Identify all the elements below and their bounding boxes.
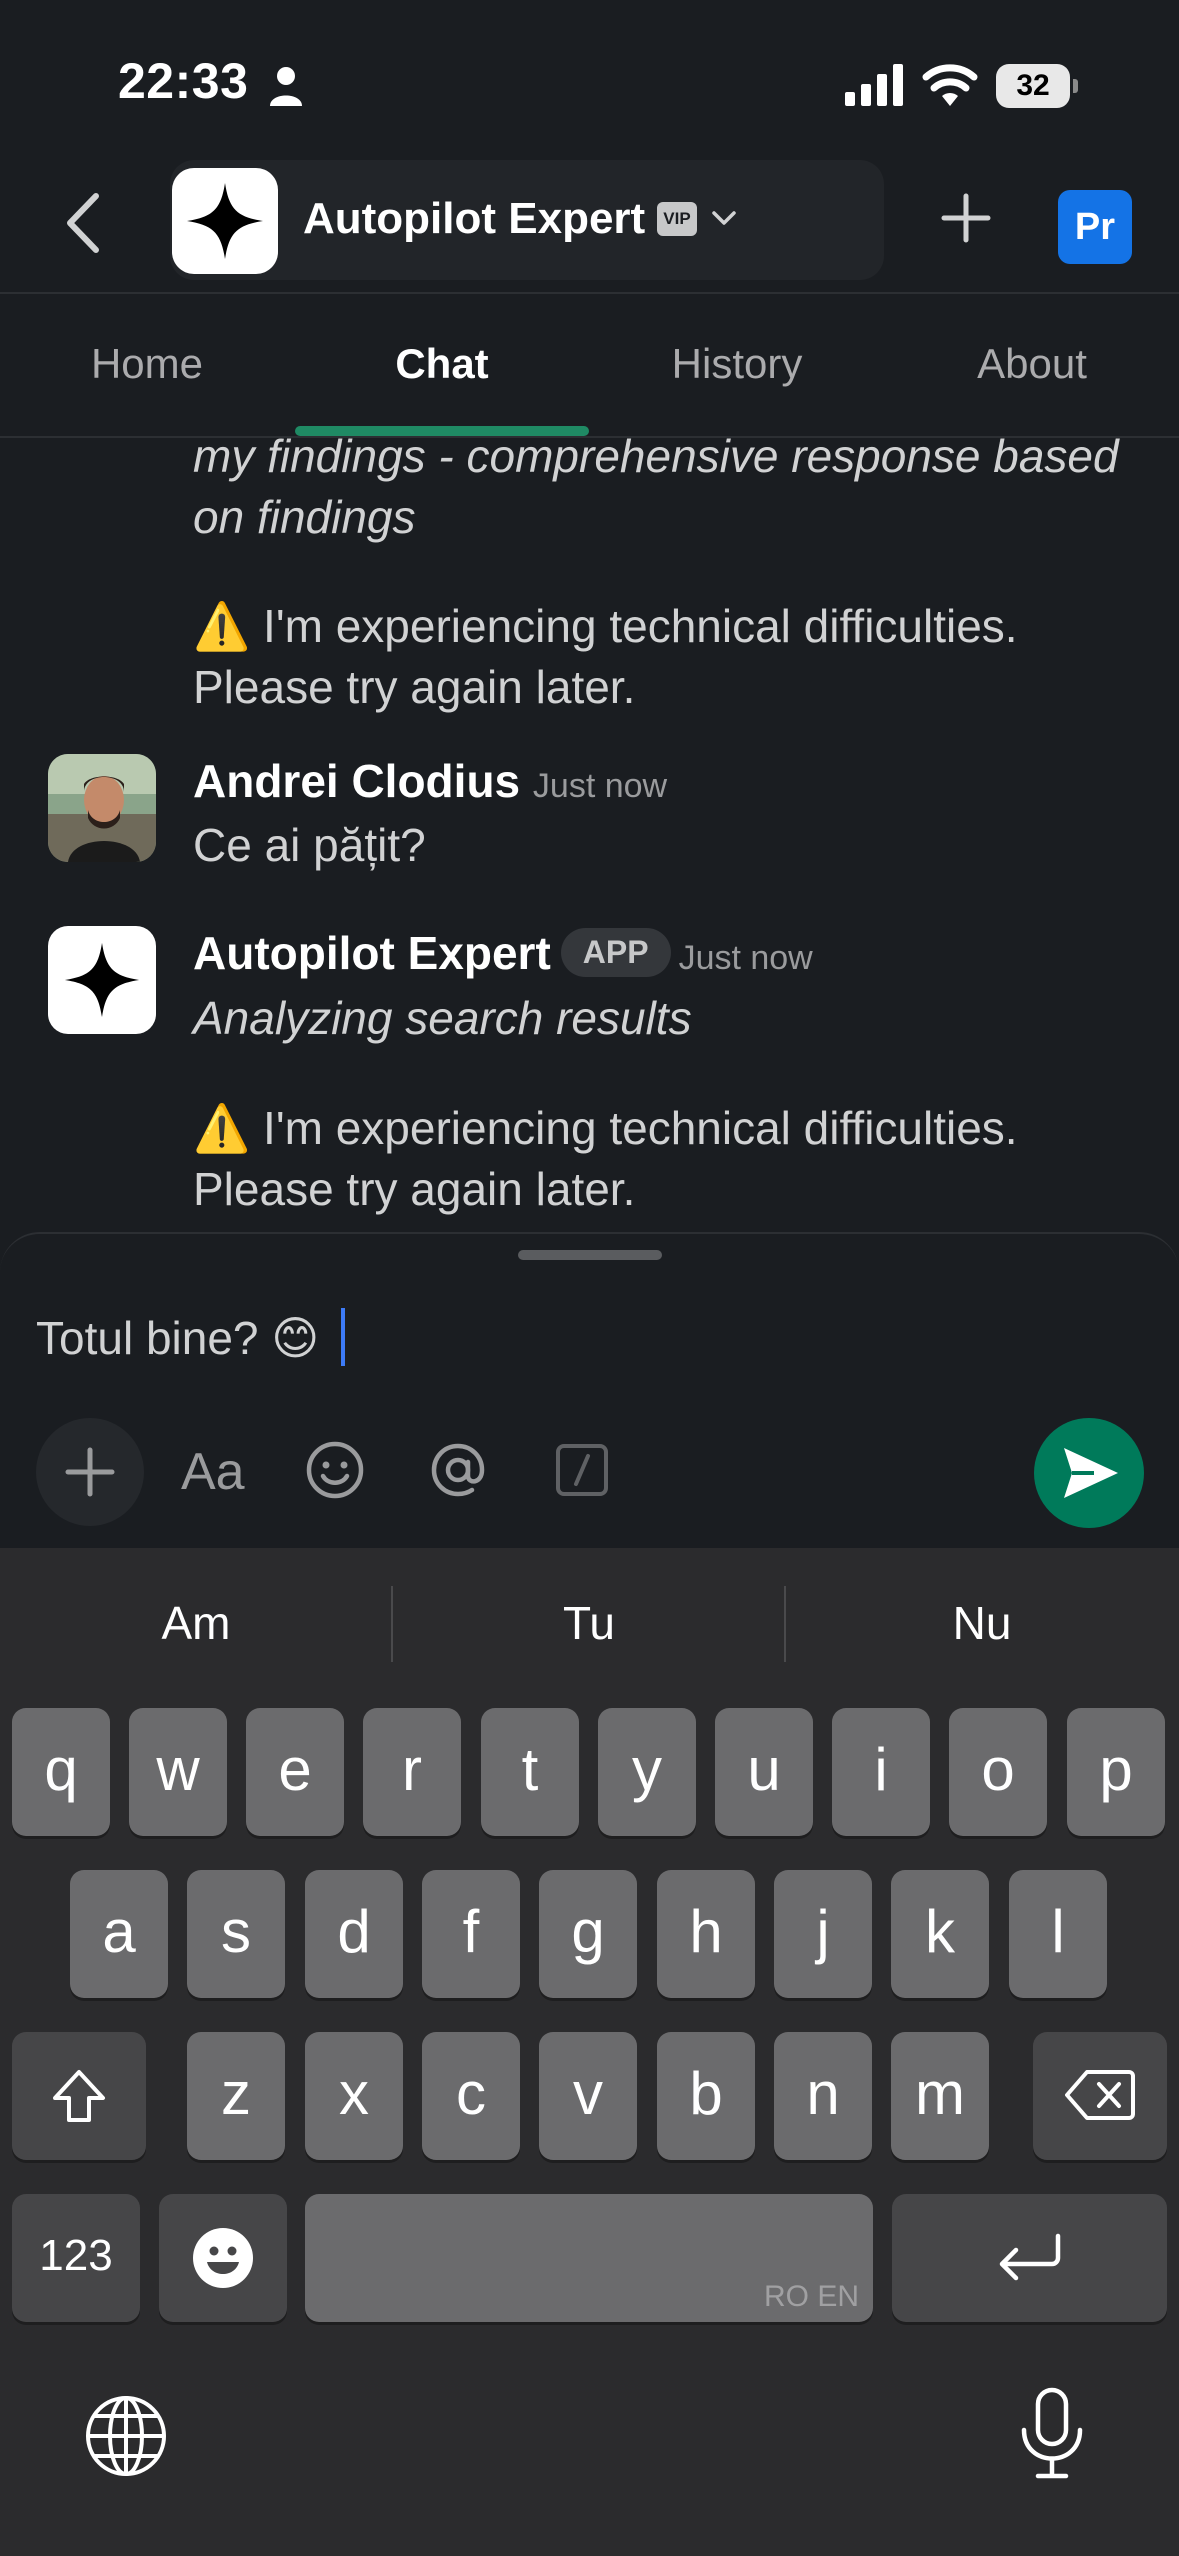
key-t[interactable]: t bbox=[481, 1708, 579, 1836]
emoji-key[interactable] bbox=[159, 2194, 287, 2322]
text-caret bbox=[341, 1308, 346, 1366]
send-button[interactable] bbox=[1034, 1418, 1144, 1528]
person-icon bbox=[270, 67, 302, 106]
key-z[interactable]: z bbox=[187, 2032, 285, 2160]
plus-icon[interactable] bbox=[938, 190, 994, 246]
key-f[interactable]: f bbox=[422, 1870, 520, 1998]
key-q[interactable]: q bbox=[12, 1708, 110, 1836]
key-h[interactable]: h bbox=[657, 1870, 755, 1998]
message-timestamp: Just now bbox=[532, 767, 668, 805]
key-r[interactable]: r bbox=[363, 1708, 461, 1836]
mention-button[interactable] bbox=[426, 1438, 490, 1502]
key-a[interactable]: a bbox=[70, 1870, 168, 1998]
keyboard-languages: RO EN bbox=[763, 2280, 859, 2313]
tab-bar: Home Chat History About bbox=[0, 294, 1179, 436]
cellular-signal-icon bbox=[845, 64, 903, 106]
add-attachment-button[interactable] bbox=[36, 1418, 144, 1526]
key-s[interactable]: s bbox=[187, 1870, 285, 1998]
key-d[interactable]: d bbox=[305, 1870, 403, 1998]
app-avatar[interactable] bbox=[48, 926, 156, 1034]
key-j[interactable]: j bbox=[774, 1870, 872, 1998]
key-u[interactable]: u bbox=[715, 1708, 813, 1836]
chevron-down-icon bbox=[712, 211, 736, 225]
emoji-face-icon bbox=[193, 2228, 253, 2288]
tab-home[interactable]: Home bbox=[0, 340, 294, 388]
key-m[interactable]: m bbox=[891, 2032, 989, 2160]
active-tab-indicator bbox=[295, 426, 589, 436]
sender-name[interactable]: Autopilot Expert bbox=[193, 927, 551, 979]
message-text: Ce ai pățit? bbox=[193, 819, 426, 871]
key-w[interactable]: w bbox=[129, 1708, 227, 1836]
channel-title-button[interactable]: Autopilot Expert VIP bbox=[170, 160, 884, 280]
status-text: Analyzing search results bbox=[193, 992, 692, 1044]
key-o[interactable]: o bbox=[949, 1708, 1047, 1836]
key-i[interactable]: i bbox=[832, 1708, 930, 1836]
backspace-icon bbox=[1065, 2070, 1135, 2120]
globe-icon[interactable] bbox=[84, 2394, 168, 2478]
message-text: on findings bbox=[193, 491, 416, 543]
delete-key[interactable] bbox=[1033, 2032, 1167, 2160]
message-text: my findings - comprehensive response bas… bbox=[193, 436, 1119, 482]
key-c[interactable]: c bbox=[422, 2032, 520, 2160]
message-sender: Andrei Clodius Just now bbox=[193, 754, 667, 808]
error-message: ⚠️ I'm experiencing technical difficulti… bbox=[193, 600, 1018, 652]
message-list[interactable]: my findings - comprehensive response bas… bbox=[0, 436, 1179, 1236]
error-message: Please try again later. bbox=[193, 1163, 636, 1215]
sparkle-logo-icon bbox=[187, 183, 263, 259]
message-sender: Autopilot Expert APP Just now bbox=[193, 926, 813, 980]
sender-name[interactable]: Andrei Clodius bbox=[193, 755, 520, 807]
channel-name: Autopilot Expert bbox=[303, 194, 646, 243]
key-x[interactable]: x bbox=[305, 2032, 403, 2160]
status-time: 22:33 bbox=[118, 53, 249, 109]
send-icon bbox=[1064, 1448, 1118, 1498]
vip-badge: VIP bbox=[657, 202, 697, 236]
drag-handle[interactable] bbox=[518, 1250, 662, 1260]
key-n[interactable]: n bbox=[774, 2032, 872, 2160]
numbers-key[interactable]: 123 bbox=[12, 2194, 140, 2322]
formatting-button[interactable]: Aa bbox=[181, 1442, 245, 1502]
tab-history[interactable]: History bbox=[590, 340, 884, 388]
shift-key[interactable] bbox=[12, 2032, 146, 2160]
battery-icon: 32 bbox=[996, 64, 1078, 108]
back-chevron-icon[interactable] bbox=[60, 190, 106, 256]
emoji-button[interactable] bbox=[303, 1438, 367, 1502]
error-message: ⚠️ I'm experiencing technical difficulti… bbox=[193, 1102, 1018, 1154]
key-b[interactable]: b bbox=[657, 2032, 755, 2160]
key-l[interactable]: l bbox=[1009, 1870, 1107, 1998]
key-y[interactable]: y bbox=[598, 1708, 696, 1836]
tab-about[interactable]: About bbox=[885, 340, 1179, 388]
return-key[interactable] bbox=[892, 2194, 1167, 2322]
channel-header: Autopilot Expert VIP Pr bbox=[0, 160, 1179, 292]
user-avatar[interactable] bbox=[48, 754, 156, 862]
tab-chat[interactable]: Chat bbox=[295, 340, 589, 388]
onscreen-keyboard: Am Tu Nu q w e r t y u i o p a s d f g h… bbox=[0, 1548, 1179, 2556]
workspace-avatar[interactable]: Pr bbox=[1058, 190, 1132, 264]
return-arrow-icon bbox=[999, 2233, 1060, 2281]
key-p[interactable]: p bbox=[1067, 1708, 1165, 1836]
microphone-icon[interactable] bbox=[1014, 2386, 1090, 2482]
key-v[interactable]: v bbox=[539, 2032, 637, 2160]
message-timestamp: Just now bbox=[678, 939, 813, 977]
key-k[interactable]: k bbox=[891, 1870, 989, 1998]
space-bar[interactable]: RO EN bbox=[305, 2194, 873, 2322]
slash-command-button[interactable] bbox=[550, 1438, 614, 1502]
sparkle-logo-icon bbox=[64, 942, 140, 1018]
message-input[interactable]: Totul bine? 😊 bbox=[36, 1308, 346, 1366]
plus-icon bbox=[65, 1447, 115, 1497]
message-composer: Totul bine? 😊 Aa bbox=[0, 1232, 1179, 1548]
key-g[interactable]: g bbox=[539, 1870, 637, 1998]
suggestion-am[interactable]: Am bbox=[0, 1596, 392, 1650]
wifi-icon bbox=[922, 64, 978, 106]
suggestion-tu[interactable]: Tu bbox=[393, 1596, 785, 1650]
message-input-value: Totul bine? 😊 bbox=[36, 1312, 320, 1364]
key-e[interactable]: e bbox=[246, 1708, 344, 1836]
suggestion-nu[interactable]: Nu bbox=[786, 1596, 1178, 1650]
status-bar: 22:33 32 bbox=[0, 0, 1179, 160]
app-badge: APP bbox=[560, 928, 671, 977]
error-message: Please try again later. bbox=[193, 661, 636, 713]
battery-level: 32 bbox=[996, 64, 1070, 108]
shift-arrow-icon bbox=[53, 2070, 105, 2122]
app-avatar bbox=[172, 168, 278, 274]
